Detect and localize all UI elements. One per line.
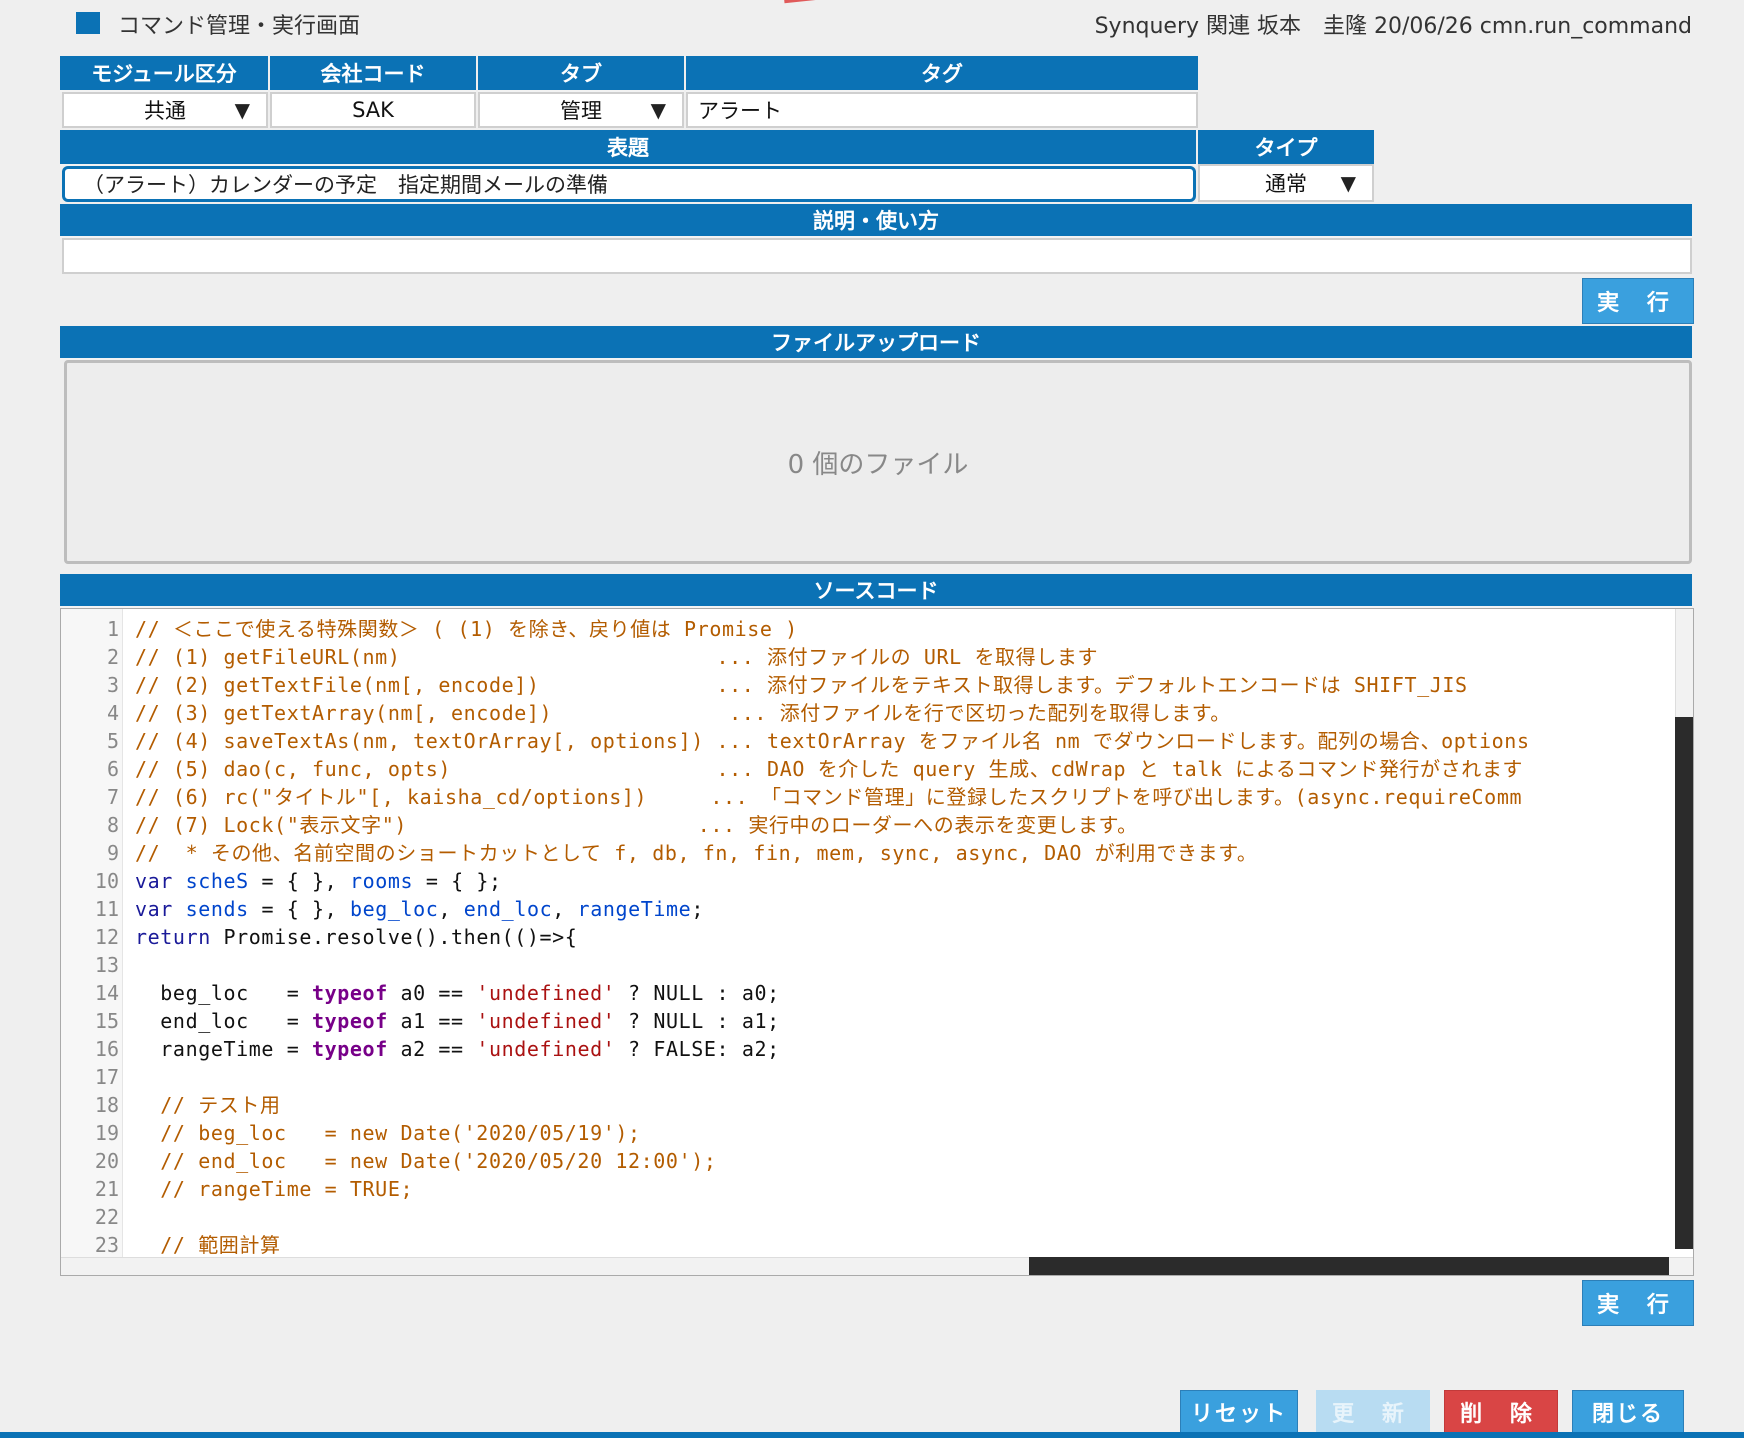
company-label: 会社コード [270, 56, 476, 92]
code-line: // (4) saveTextAs(nm, textOrArray[, opti… [135, 729, 1530, 753]
line-number: 11 [94, 897, 119, 921]
line-number: 14 [94, 981, 119, 1005]
line-number: 3 [106, 673, 119, 697]
tag-label: タグ [686, 56, 1198, 92]
code-line: // * その他、名前空間のショートカットとして f, db, fn, fin,… [135, 841, 1258, 865]
code-line: // (7) Lock("表示文字") ... 実行中のローダーへの表示を変更し… [135, 813, 1138, 837]
code-line: // 範囲計算 [135, 1233, 281, 1257]
code-line: beg_loc = typeof a0 == 'undefined' ? NUL… [135, 981, 780, 1005]
code-line: // ＜ここで使える特殊関数＞ ( (1) を除き、戻り値は Promise ) [135, 617, 798, 641]
file-drop-zone[interactable]: 0 個のファイル [64, 360, 1692, 564]
line-number: 1 [106, 617, 119, 641]
line-number: 9 [106, 841, 119, 865]
line-number: 13 [94, 953, 119, 977]
type-select-value: 通常 [1265, 172, 1307, 196]
title-label: 表題 [60, 130, 1196, 166]
app-icon [76, 12, 100, 34]
description-label: 説明・使い方 [60, 204, 1692, 238]
line-number: 6 [106, 757, 119, 781]
line-number: 22 [94, 1205, 119, 1229]
file-count-text: 0 個のファイル [787, 449, 969, 480]
line-number: 8 [106, 813, 119, 837]
description-input[interactable] [62, 238, 1692, 274]
header-meta: Synquery 関連 坂本 圭隆 20/06/26 cmn.run_comma… [1094, 14, 1692, 39]
run-button-bottom[interactable]: 実 行 [1582, 1280, 1694, 1326]
code-line: // beg_loc = new Date('2020/05/19'); [135, 1121, 641, 1145]
code-line: // end_loc = new Date('2020/05/20 12:00'… [135, 1149, 717, 1173]
code-line: // テスト用 [135, 1093, 281, 1117]
tab-label: タブ [478, 56, 684, 92]
company-code-input[interactable]: SAK [270, 92, 476, 128]
module-select-value: 共通 [144, 99, 186, 123]
line-number: 12 [94, 925, 119, 949]
tab-select-value: 管理 [560, 99, 602, 123]
line-number: 19 [94, 1121, 119, 1145]
type-label: タイプ [1198, 130, 1374, 166]
code-line: // (2) getTextFile(nm[, encode]) ... 添付フ… [135, 673, 1468, 697]
line-number: 23 [94, 1233, 119, 1257]
line-number: 21 [94, 1177, 119, 1201]
module-label: モジュール区分 [60, 56, 268, 92]
update-button[interactable]: 更 新 [1316, 1390, 1430, 1434]
horizontal-scrollbar-thumb[interactable] [1029, 1257, 1669, 1275]
code-line: // (3) getTextArray(nm[, encode]) ... 添付… [135, 701, 1231, 725]
dropdown-arrow-icon: ▼ [650, 98, 666, 122]
run-button-top[interactable]: 実 行 [1582, 278, 1694, 324]
code-line: var sends = { }, beg_loc, end_loc, range… [135, 897, 704, 921]
title-input[interactable]: （アラート）カレンダーの予定 指定期間メールの準備 [62, 166, 1196, 202]
code-line: // (6) rc("タイトル"[, kaisha_cd/options]) .… [135, 785, 1523, 809]
reset-button[interactable]: リセット [1180, 1390, 1298, 1434]
line-number: 20 [94, 1149, 119, 1173]
line-number: 2 [106, 645, 119, 669]
source-code-label: ソースコード [60, 574, 1692, 608]
line-number: 7 [106, 785, 119, 809]
code-line: // rangeTime = TRUE; [135, 1177, 414, 1201]
code-line: return Promise.resolve().then(()=>{ [135, 925, 578, 949]
code-line: var scheS = { }, rooms = { }; [135, 869, 502, 893]
tag-input[interactable]: アラート [686, 92, 1198, 128]
file-upload-label: ファイルアップロード [60, 326, 1692, 360]
tab-select[interactable]: 管理 ▼ [478, 92, 684, 128]
module-select[interactable]: 共通 ▼ [62, 92, 268, 128]
delete-button[interactable]: 削 除 [1444, 1390, 1558, 1434]
code-line: rangeTime = typeof a2 == 'undefined' ? F… [135, 1037, 780, 1061]
stamp-graphic [784, 0, 886, 22]
line-number: 10 [94, 869, 119, 893]
line-number: 16 [94, 1037, 119, 1061]
bottom-border [0, 1432, 1744, 1438]
line-number: 5 [106, 729, 119, 753]
dropdown-arrow-icon: ▼ [234, 98, 250, 122]
type-select[interactable]: 通常 ▼ [1198, 164, 1374, 202]
code-line: end_loc = typeof a1 == 'undefined' ? NUL… [135, 1009, 780, 1033]
code-line: // (1) getFileURL(nm) ... 添付ファイルの URL を取… [135, 645, 1099, 669]
close-button[interactable]: 閉じる [1572, 1390, 1684, 1434]
page-title: コマンド管理・実行画面 [118, 14, 361, 39]
vertical-scrollbar-thumb[interactable] [1675, 717, 1693, 1249]
line-number: 17 [94, 1065, 119, 1089]
dropdown-arrow-icon: ▼ [1340, 171, 1356, 195]
line-number: 15 [94, 1009, 119, 1033]
code-line: // (5) dao(c, func, opts) ... DAO を介した q… [135, 757, 1524, 781]
code-editor[interactable]: 1 2 3 4 5 6 7 8 9 10 11 12 13 14 15 16 17 18 19 20 21 22 23 //… [60, 608, 1694, 1276]
line-number: 4 [106, 701, 119, 725]
line-number: 18 [94, 1093, 119, 1117]
